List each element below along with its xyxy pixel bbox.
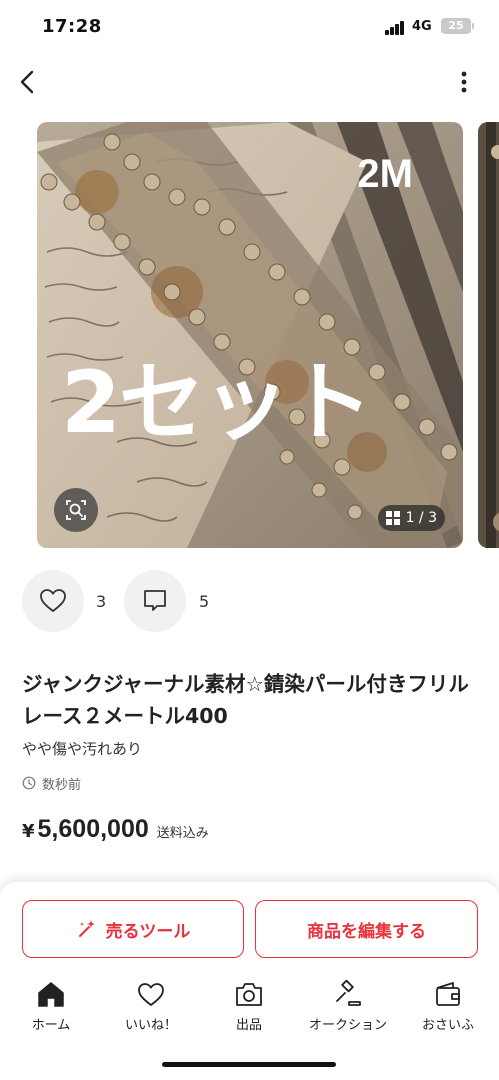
comment-icon xyxy=(144,590,166,611)
home-icon xyxy=(38,982,64,1007)
signal-icon xyxy=(385,21,407,35)
price-row: ¥ 5,600,000 送料込み xyxy=(22,815,209,844)
shipping-note: 送料込み xyxy=(156,826,209,841)
battery-icon: 25 xyxy=(441,18,471,34)
network-type: 4G xyxy=(412,19,432,34)
overlay-sets-text: 2セット xyxy=(61,353,373,453)
tab-wallet[interactable]: おさいふ xyxy=(403,980,493,1040)
like-button[interactable] xyxy=(22,570,84,632)
tab-likes-label: いいね！ xyxy=(124,1018,177,1033)
sell-tool-label: 売るツール xyxy=(105,921,191,942)
tab-sell[interactable]: 出品 xyxy=(204,980,294,1040)
battery-tip xyxy=(472,23,474,29)
more-menu-button[interactable] xyxy=(450,66,478,98)
heart-icon xyxy=(40,589,66,612)
image-search-button[interactable] xyxy=(54,488,98,532)
price-currency: ¥ xyxy=(22,821,35,842)
vertical-dots-icon xyxy=(461,71,467,93)
tab-auction-label: オークション xyxy=(308,1018,387,1033)
comment-button[interactable] xyxy=(124,570,186,632)
item-condition: やや傷や汚れあり xyxy=(22,740,143,758)
tab-bar: ホーム いいね！ 出品 オークション おさいふ xyxy=(0,980,499,1040)
edit-item-button[interactable]: 商品を編集する xyxy=(255,900,478,958)
edit-item-label: 商品を編集する xyxy=(307,921,426,942)
clock-icon xyxy=(22,776,36,790)
comment-count: 5 xyxy=(199,592,210,611)
tab-likes[interactable]: いいね！ xyxy=(106,980,196,1040)
overlay-length-text: 2M xyxy=(357,152,413,196)
tab-home[interactable]: ホーム xyxy=(6,980,96,1040)
social-row: 3 5 xyxy=(0,570,499,634)
next-photo-image xyxy=(478,122,499,548)
top-nav xyxy=(0,60,499,104)
tab-home-label: ホーム xyxy=(31,1018,71,1033)
wallet-icon xyxy=(436,982,460,1006)
status-time: 17:28 xyxy=(42,16,102,37)
image-search-icon xyxy=(66,500,86,520)
posted-time: 数秒前 xyxy=(42,777,82,793)
tab-wallet-label: おさいふ xyxy=(421,1018,474,1033)
photo-counter-text: 1 / 3 xyxy=(405,510,437,526)
camera-icon xyxy=(236,983,262,1006)
grid-icon xyxy=(385,511,400,525)
status-bar: 17:28 4G 25 xyxy=(0,0,499,54)
heart-icon xyxy=(138,983,164,1006)
gavel-icon xyxy=(336,980,361,1006)
posted-time-row: 数秒前 xyxy=(22,773,81,793)
home-indicator[interactable] xyxy=(162,1062,336,1067)
product-photo[interactable]: 2M 2セット 1 / 3 xyxy=(37,122,463,548)
sparkle-wand-icon xyxy=(78,920,95,937)
next-product-photo[interactable] xyxy=(478,122,499,548)
sell-tool-button[interactable]: 売るツール xyxy=(22,900,244,958)
photo-counter: 1 / 3 xyxy=(377,505,445,531)
chevron-left-icon xyxy=(20,70,34,94)
tab-auction[interactable]: オークション xyxy=(303,980,393,1040)
battery-level: 25 xyxy=(448,19,464,32)
photo-gallery[interactable]: 2M 2セット 1 / 3 xyxy=(0,122,499,548)
back-button[interactable] xyxy=(12,66,44,98)
item-title: ジャンクジャーナル素材☆錆染パール付きフリルレース２メートル400 xyxy=(22,672,469,728)
like-count: 3 xyxy=(96,592,107,611)
bottom-panel: 売るツール 商品を編集する ホーム いいね！ 出品 オークション おさいふ xyxy=(0,882,499,1080)
price-value: 5,600,000 xyxy=(37,815,149,843)
tab-sell-label: 出品 xyxy=(235,1018,262,1033)
